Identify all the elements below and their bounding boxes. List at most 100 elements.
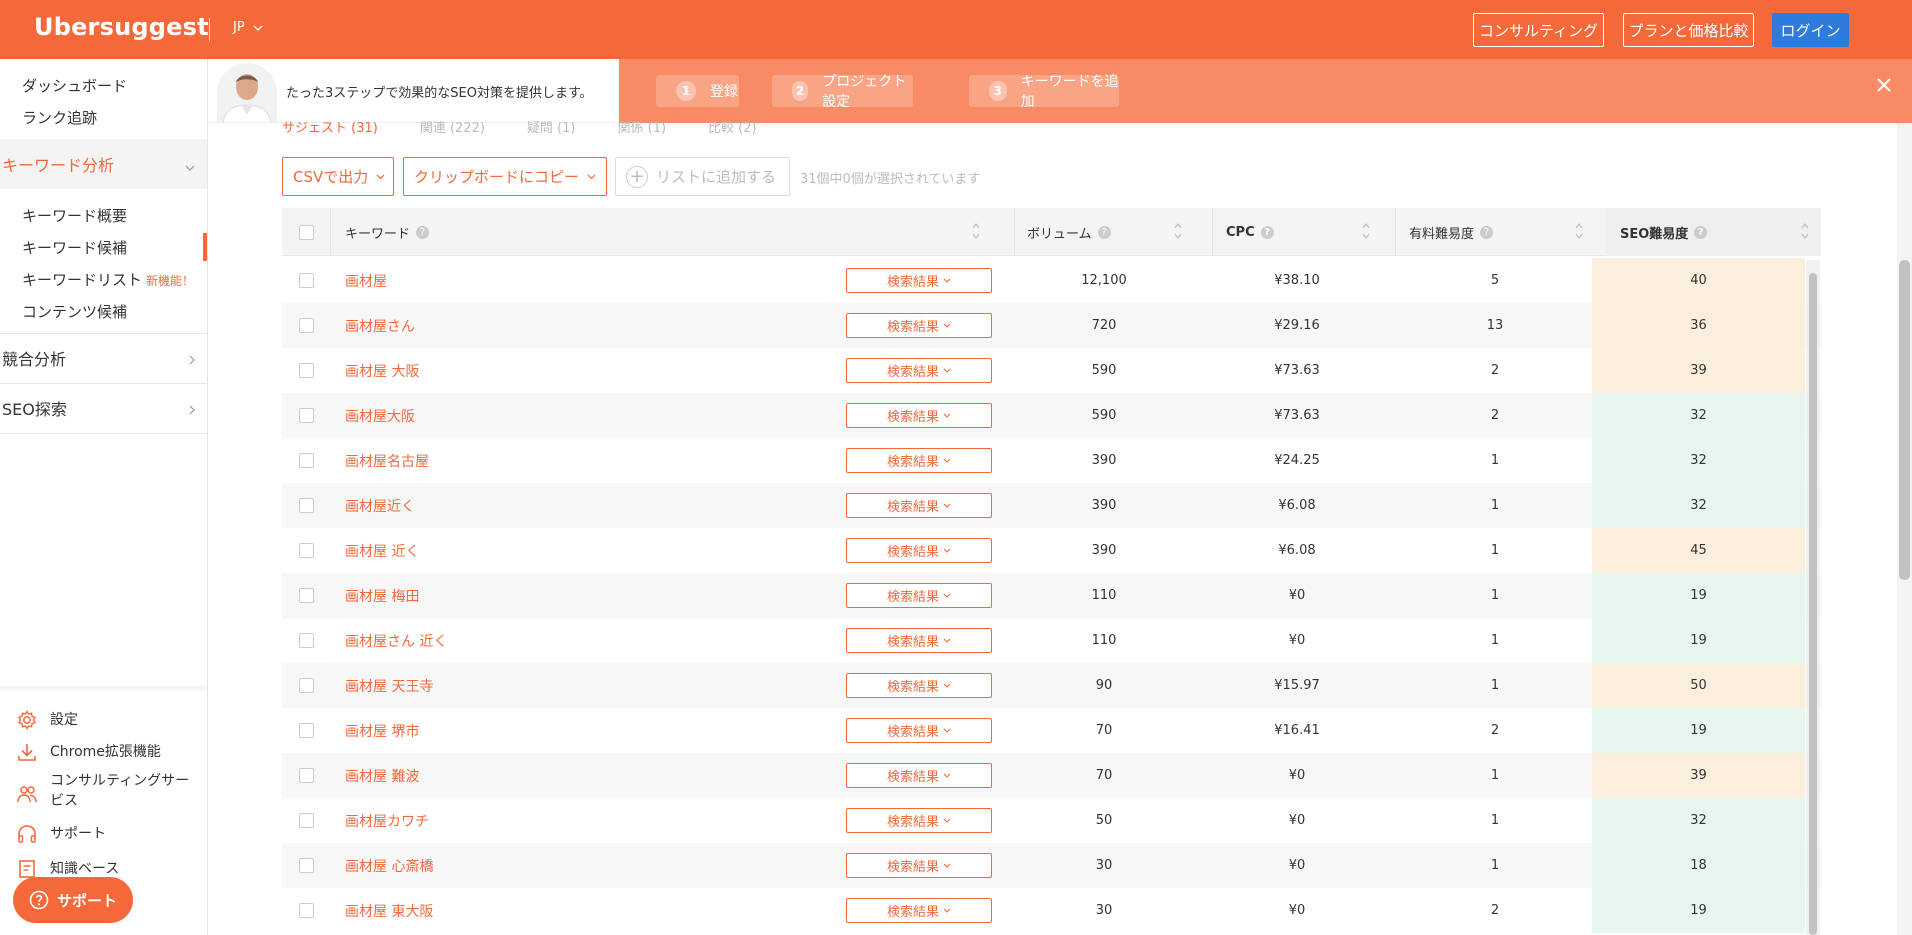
keyword-link[interactable]: 画材屋 天王寺 [345,663,845,708]
support-button[interactable]: サポート [13,877,133,923]
serp-results-button[interactable]: 検索結果 [846,628,992,653]
csv-export-button[interactable]: CSVで出力 [282,157,394,196]
step-add-keywords[interactable]: 3 キーワードを追加 [969,74,1119,110]
row-checkbox[interactable] [298,408,314,423]
row-checkbox[interactable] [298,723,314,738]
sidebar-item-content-ideas[interactable]: コンテンツ候補 [22,301,127,322]
header-volume[interactable]: ボリューム? [1014,208,1194,256]
login-button[interactable]: ログイン [1772,13,1849,47]
sidebar-item-keyword-overview[interactable]: キーワード概要 [22,205,127,226]
active-indicator [203,233,207,261]
keyword-link[interactable]: 画材屋さん 近く [345,618,845,663]
row-checkbox[interactable] [298,543,314,558]
sidebar-section-competitor[interactable]: 競合分析 [0,333,207,383]
serp-results-button[interactable]: 検索結果 [846,673,992,698]
tab-comparisons[interactable]: 比較 (2) [708,117,757,136]
row-checkbox[interactable] [298,453,314,468]
help-icon[interactable]: ? [416,225,430,239]
serp-results-button[interactable]: 検索結果 [846,358,992,383]
keyword-link[interactable]: 画材屋 近く [345,528,845,573]
button-label: リストに追加する [656,168,777,186]
sort-icon[interactable] [1362,220,1370,246]
keyword-link[interactable]: 画材屋 難波 [345,753,845,798]
tab-questions[interactable]: 疑問 (1) [527,117,576,136]
help-icon[interactable]: ? [1260,225,1274,239]
copy-clipboard-button[interactable]: クリップボードにコピー [403,157,607,196]
keyword-link[interactable]: 画材屋大阪 [345,393,845,438]
language-selector[interactable]: JP [233,20,263,35]
keyword-link[interactable]: 画材屋 心斎橋 [345,843,845,888]
row-checkbox[interactable] [298,858,314,873]
keyword-link[interactable]: 画材屋 東大阪 [345,888,845,933]
button-label: 検索結果 [886,320,939,335]
keyword-link[interactable]: 画材屋 [345,258,845,303]
row-checkbox[interactable] [298,633,314,648]
row-checkbox[interactable] [298,363,314,378]
row-checkbox[interactable] [298,318,314,333]
row-checkbox[interactable] [298,588,314,603]
sort-icon[interactable] [1174,220,1182,246]
close-icon[interactable] [1876,77,1892,97]
sidebar-item-keyword-list[interactable]: キーワードリスト 新機能！ [22,269,194,290]
serp-results-button[interactable]: 検索結果 [846,268,992,293]
table-scrollbar-thumb[interactable] [1809,273,1817,935]
tab-prepositions[interactable]: 関係 (1) [617,117,666,136]
keyword-link[interactable]: 画材屋 梅田 [345,573,845,618]
pricing-button[interactable]: プランと価格比較 [1623,13,1754,47]
select-all-checkbox[interactable] [298,224,314,240]
sort-icon[interactable] [1801,220,1809,246]
row-checkbox[interactable] [298,903,314,918]
sort-icon[interactable] [972,220,980,246]
serp-results-button[interactable]: 検索結果 [846,718,992,743]
step-register[interactable]: 1 登録 [656,75,739,107]
sidebar-chrome-extension[interactable]: Chrome拡張機能 [16,741,201,763]
serp-results-button[interactable]: 検索結果 [846,808,992,833]
serp-results-button[interactable]: 検索結果 [846,448,992,473]
paid-difficulty-cell: 1 [1490,768,1500,783]
row-select-cell [282,798,330,843]
serp-results-button[interactable]: 検索結果 [846,313,992,338]
header-seo-difficulty[interactable]: SEO難易度? [1606,208,1821,256]
keyword-link[interactable]: 画材屋 大阪 [345,348,845,393]
row-checkbox[interactable] [298,678,314,693]
sidebar-support[interactable]: サポート [16,823,201,845]
app-logo[interactable]: Ubersuggest [34,13,209,41]
sidebar-section-seo-explore[interactable]: SEO探索 [0,383,207,433]
tab-suggest[interactable]: サジェスト (31) [282,117,378,136]
keyword-link[interactable]: 画材屋カワチ [345,798,845,843]
keyword-link[interactable]: 画材屋さん [345,303,845,348]
keyword-link[interactable]: 画材屋 堺市 [345,708,845,753]
help-icon[interactable]: ? [1097,225,1111,239]
page-scrollbar-thumb[interactable] [1899,260,1910,580]
row-checkbox[interactable] [298,768,314,783]
header-paid-difficulty[interactable]: 有料難易度? [1395,208,1595,256]
sidebar-consulting-service[interactable]: コンサルティングサービス [16,771,201,811]
row-checkbox[interactable] [298,273,314,288]
help-icon[interactable]: ? [1480,225,1494,239]
serp-results-button[interactable]: 検索結果 [846,538,992,563]
keyword-link[interactable]: 画材屋近く [345,483,845,528]
help-icon[interactable]: ? [1694,225,1708,239]
table-row: 画材屋 梅田 検索結果 110 ¥0 1 19 [282,573,1821,618]
sidebar-section-keyword-analysis[interactable]: キーワード分析 [0,139,207,189]
serp-results-button[interactable]: 検索結果 [846,493,992,518]
row-checkbox[interactable] [298,498,314,513]
header-cpc[interactable]: CPC? [1212,208,1382,256]
consulting-button[interactable]: コンサルティング [1473,13,1604,47]
serp-results-button[interactable]: 検索結果 [846,898,992,923]
header-keyword[interactable]: キーワード? [330,208,992,256]
sidebar-item-rank-tracking[interactable]: ランク追跡 [22,107,97,128]
serp-results-button[interactable]: 検索結果 [846,583,992,608]
step-project-settings[interactable]: 2 プロジェクト設定 [772,74,913,110]
sidebar-item-keyword-ideas[interactable]: キーワード候補 [22,237,127,258]
serp-results-button[interactable]: 検索結果 [846,403,992,428]
sidebar-item-dashboard[interactable]: ダッシュボード [22,75,127,96]
tab-related[interactable]: 関連 (222) [420,117,485,136]
serp-results-button[interactable]: 検索結果 [846,853,992,878]
keyword-link[interactable]: 画材屋名古屋 [345,438,845,483]
sort-icon[interactable] [1575,220,1583,246]
serp-results-button[interactable]: 検索結果 [846,763,992,788]
sidebar-settings[interactable]: 設定 [16,709,201,731]
add-to-list-button[interactable]: + リストに追加する [615,157,790,196]
row-checkbox[interactable] [298,813,314,828]
